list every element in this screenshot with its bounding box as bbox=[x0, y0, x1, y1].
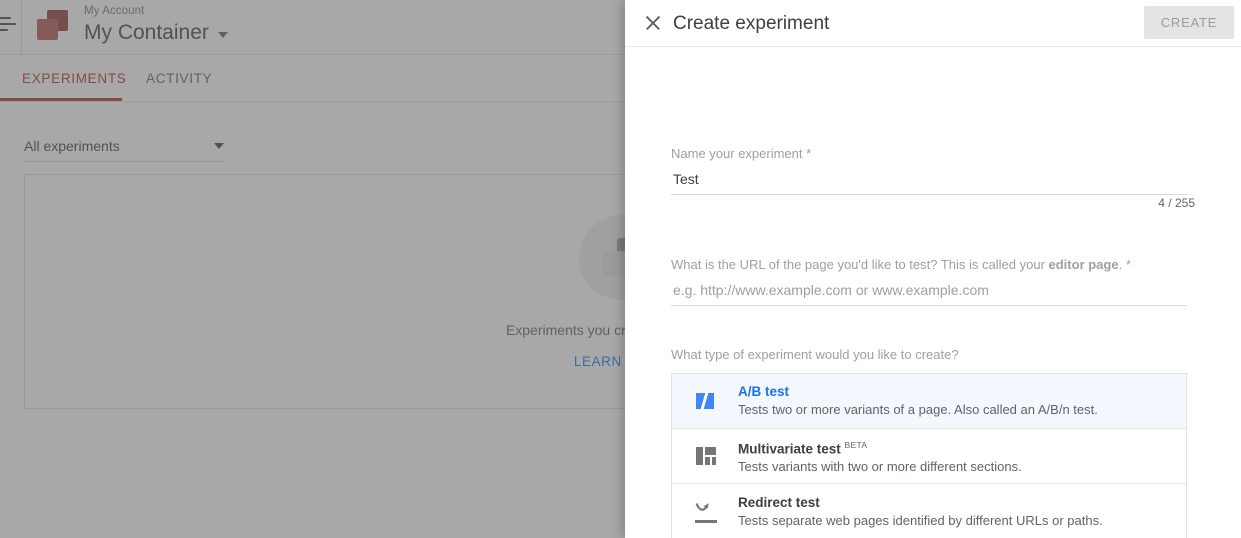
url-label-prefix: What is the URL of the page you'd like t… bbox=[671, 257, 1049, 272]
beta-badge: BETA bbox=[844, 439, 868, 450]
option-title-multivariate-test: Multivariate test BETA bbox=[738, 436, 1186, 459]
option-title-text: A/B test bbox=[738, 384, 790, 399]
experiment-type-option-redirect-test[interactable]: Redirect test Tests separate web pages i… bbox=[672, 484, 1186, 538]
create-button[interactable]: CREATE bbox=[1144, 6, 1234, 39]
url-label-suffix: . * bbox=[1118, 257, 1131, 272]
experiment-type-list: A/B test Tests two or more variants of a… bbox=[671, 373, 1187, 538]
name-field-label: Name your experiment * bbox=[671, 146, 812, 161]
url-label-bold: editor page bbox=[1048, 257, 1119, 272]
ab-test-icon bbox=[694, 388, 738, 414]
screen: My Account My Container EXPERIMENTS ACTI… bbox=[0, 0, 1241, 538]
experiment-type-label: What type of experiment would you like t… bbox=[671, 347, 959, 362]
url-field-label: What is the URL of the page you'd like t… bbox=[671, 256, 1131, 274]
option-title-redirect-test: Redirect test bbox=[738, 494, 1186, 512]
redirect-test-icon bbox=[694, 499, 738, 525]
experiment-type-option-multivariate-test[interactable]: Multivariate test BETA Tests variants wi… bbox=[672, 429, 1186, 484]
option-desc-ab-test: Tests two or more variants of a page. Al… bbox=[738, 402, 1098, 417]
editor-page-url-input[interactable] bbox=[671, 278, 1187, 306]
option-text: Redirect test Tests separate web pages i… bbox=[738, 494, 1186, 530]
option-desc-multivariate-test: Tests variants with two or more differen… bbox=[738, 459, 1022, 475]
option-title-text: Redirect test bbox=[738, 494, 820, 510]
option-title-ab-test: A/B test bbox=[738, 383, 1186, 401]
multivariate-test-icon bbox=[694, 443, 738, 469]
option-desc-redirect-test: Tests separate web pages identified by d… bbox=[738, 512, 1103, 528]
dialog-title: Create experiment bbox=[673, 12, 830, 34]
redirect-arrow-glyph bbox=[695, 502, 709, 511]
dialog-body: Name your experiment * 4 / 255 What is t… bbox=[625, 47, 1241, 538]
option-text: A/B test Tests two or more variants of a… bbox=[738, 383, 1186, 419]
close-icon[interactable] bbox=[642, 12, 664, 34]
experiment-name-input[interactable] bbox=[671, 167, 1187, 195]
dialog-header: Create experiment CREATE bbox=[625, 0, 1241, 47]
experiment-type-option-ab-test[interactable]: A/B test Tests two or more variants of a… bbox=[672, 374, 1186, 429]
name-char-counter: 4 / 255 bbox=[1158, 196, 1195, 210]
option-text: Multivariate test BETA Tests variants wi… bbox=[738, 436, 1186, 477]
option-title-text: Multivariate test bbox=[738, 441, 841, 457]
create-experiment-dialog: Create experiment CREATE Name your exper… bbox=[625, 0, 1241, 538]
